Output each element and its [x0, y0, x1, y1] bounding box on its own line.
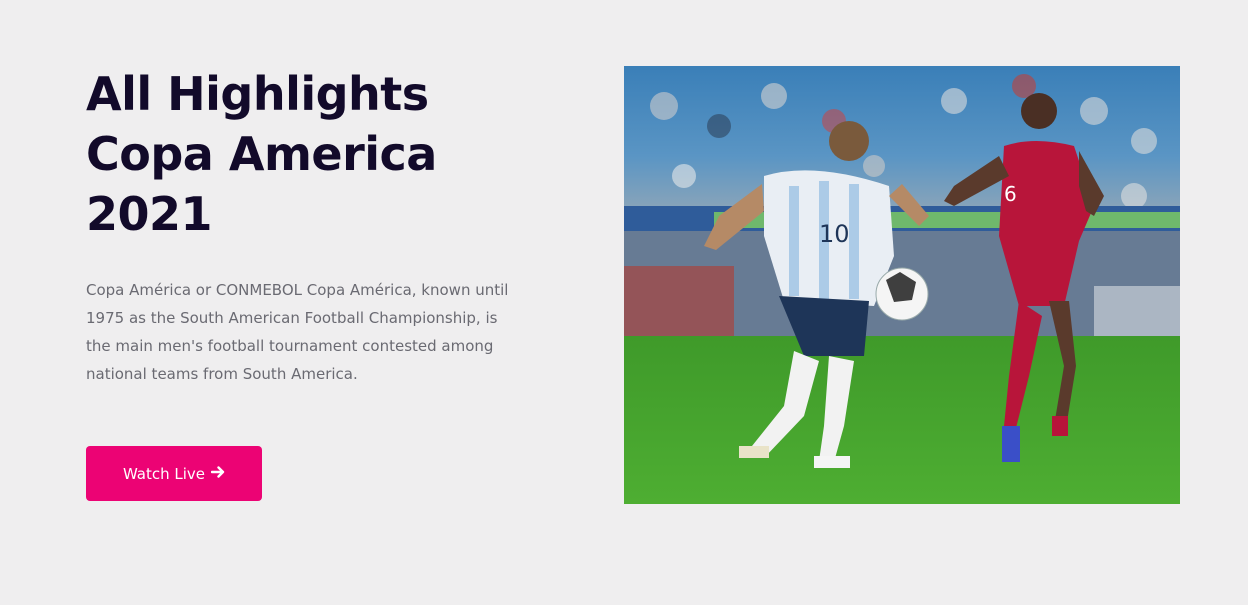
watch-live-label: Watch Live [122, 464, 206, 483]
football-icon [875, 267, 929, 321]
watch-live-button[interactable]: Watch Live [86, 446, 262, 501]
arrow-right-icon [210, 465, 225, 483]
match-photo: 6 10 [624, 66, 1180, 504]
right-player-number: 6 [1004, 182, 1017, 206]
page-title: All Highlights Copa America 2021 [86, 64, 546, 244]
hero-description: Copa América or CONMEBOL Copa América, k… [86, 281, 509, 383]
title-line-3: 2021 [86, 187, 213, 241]
title-line-2: Copa America [86, 127, 437, 181]
hero-section: All Highlights Copa America 2021 Copa Am… [0, 0, 1248, 605]
title-line-1: All Highlights [86, 67, 429, 121]
left-player-number: 10 [819, 220, 850, 248]
